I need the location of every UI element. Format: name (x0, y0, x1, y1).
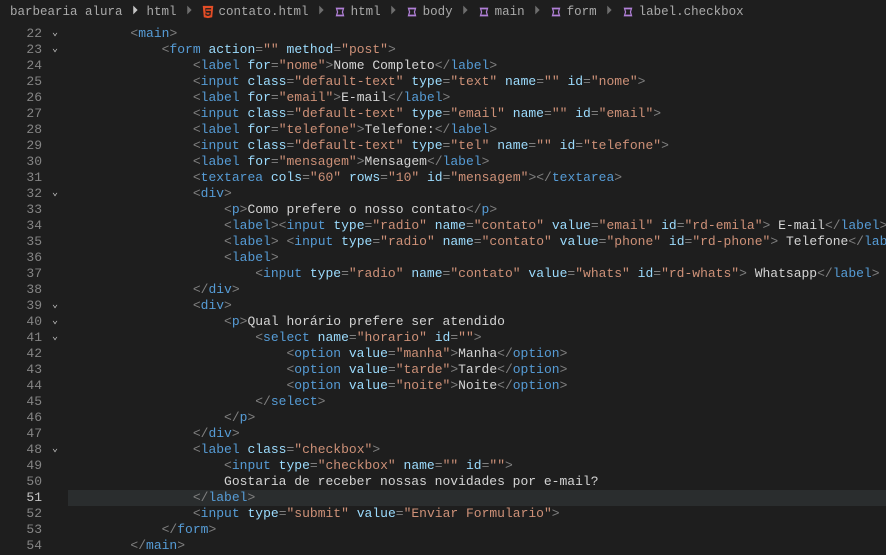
crumb-html[interactable]: html (333, 5, 381, 19)
code-line[interactable]: <label><input type="radio" name="contato… (68, 218, 886, 234)
code-line[interactable]: <input class="default-text" type="tel" n… (68, 138, 886, 154)
line-gutter: 22⌄23⌄242526272829303132⌄33343536373839⌄… (0, 24, 60, 555)
code-line[interactable]: </div> (68, 426, 886, 442)
chevron-right-icon (314, 3, 328, 21)
code-area[interactable]: <main> <form action="" method="post"> <l… (60, 24, 886, 555)
code-line[interactable]: <select name="horario" id=""> (68, 330, 886, 346)
code-line[interactable]: </p> (68, 410, 886, 426)
code-line[interactable]: <div> (68, 186, 886, 202)
chevron-right-icon (128, 3, 142, 21)
crumb-folder-root[interactable]: barbearia alura (10, 5, 123, 19)
symbol-icon (621, 5, 635, 19)
html5-icon (201, 5, 215, 19)
symbol-icon (405, 5, 419, 19)
code-line[interactable]: <main> (68, 26, 886, 42)
chevron-right-icon (386, 3, 400, 21)
code-line[interactable]: </main> (68, 538, 886, 554)
code-line[interactable]: <option value="tarde">Tarde</option> (68, 362, 886, 378)
code-line[interactable]: <label> (68, 250, 886, 266)
code-line[interactable]: <label for="telefone">Telefone:</label> (68, 122, 886, 138)
code-line[interactable]: <textarea cols="60" rows="10" id="mensag… (68, 170, 886, 186)
code-line[interactable]: </div> (68, 282, 886, 298)
crumb-body[interactable]: body (405, 5, 453, 19)
code-line[interactable]: <p>Como prefere o nosso contato</p> (68, 202, 886, 218)
code-line[interactable]: <option value="manha">Manha</option> (68, 346, 886, 362)
code-line[interactable]: <label for="mensagem">Mensagem</label> (68, 154, 886, 170)
code-line[interactable]: <label class="checkbox"> (68, 442, 886, 458)
code-line[interactable]: </select> (68, 394, 886, 410)
crumb-file[interactable]: contato.html (201, 5, 309, 19)
code-line[interactable]: <label for="nome">Nome Completo</label> (68, 58, 886, 74)
code-line[interactable]: </label> (68, 490, 886, 506)
code-line[interactable]: <input class="default-text" type="text" … (68, 74, 886, 90)
symbol-icon (333, 5, 347, 19)
chevron-right-icon (458, 3, 472, 21)
code-line[interactable]: <label> <input type="radio" name="contat… (68, 234, 886, 250)
chevron-right-icon (602, 3, 616, 21)
code-line[interactable]: <form action="" method="post"> (68, 42, 886, 58)
code-line[interactable]: <input type="checkbox" name="" id=""> (68, 458, 886, 474)
crumb-form[interactable]: form (549, 5, 597, 19)
symbol-icon (549, 5, 563, 19)
code-line[interactable]: <input class="default-text" type="email"… (68, 106, 886, 122)
code-line[interactable]: <div> (68, 298, 886, 314)
chevron-right-icon (182, 3, 196, 21)
breadcrumb: barbearia alura html contato.html html b… (0, 0, 886, 24)
code-line[interactable]: Gostaria de receber nossas novidades por… (68, 474, 886, 490)
chevron-right-icon (530, 3, 544, 21)
crumb-label[interactable]: label.checkbox (621, 5, 744, 19)
crumb-main[interactable]: main (477, 5, 525, 19)
code-editor[interactable]: 22⌄23⌄242526272829303132⌄33343536373839⌄… (0, 24, 886, 555)
code-line[interactable]: </form> (68, 522, 886, 538)
crumb-folder-html[interactable]: html (147, 5, 177, 19)
code-line[interactable]: <option value="noite">Noite</option> (68, 378, 886, 394)
code-line[interactable]: <input type="radio" name="contato" value… (68, 266, 886, 282)
code-line[interactable]: <input type="submit" value="Enviar Formu… (68, 506, 886, 522)
code-line[interactable]: <label for="email">E-mail</label> (68, 90, 886, 106)
code-line[interactable]: <p>Qual horário prefere ser atendido (68, 314, 886, 330)
symbol-icon (477, 5, 491, 19)
